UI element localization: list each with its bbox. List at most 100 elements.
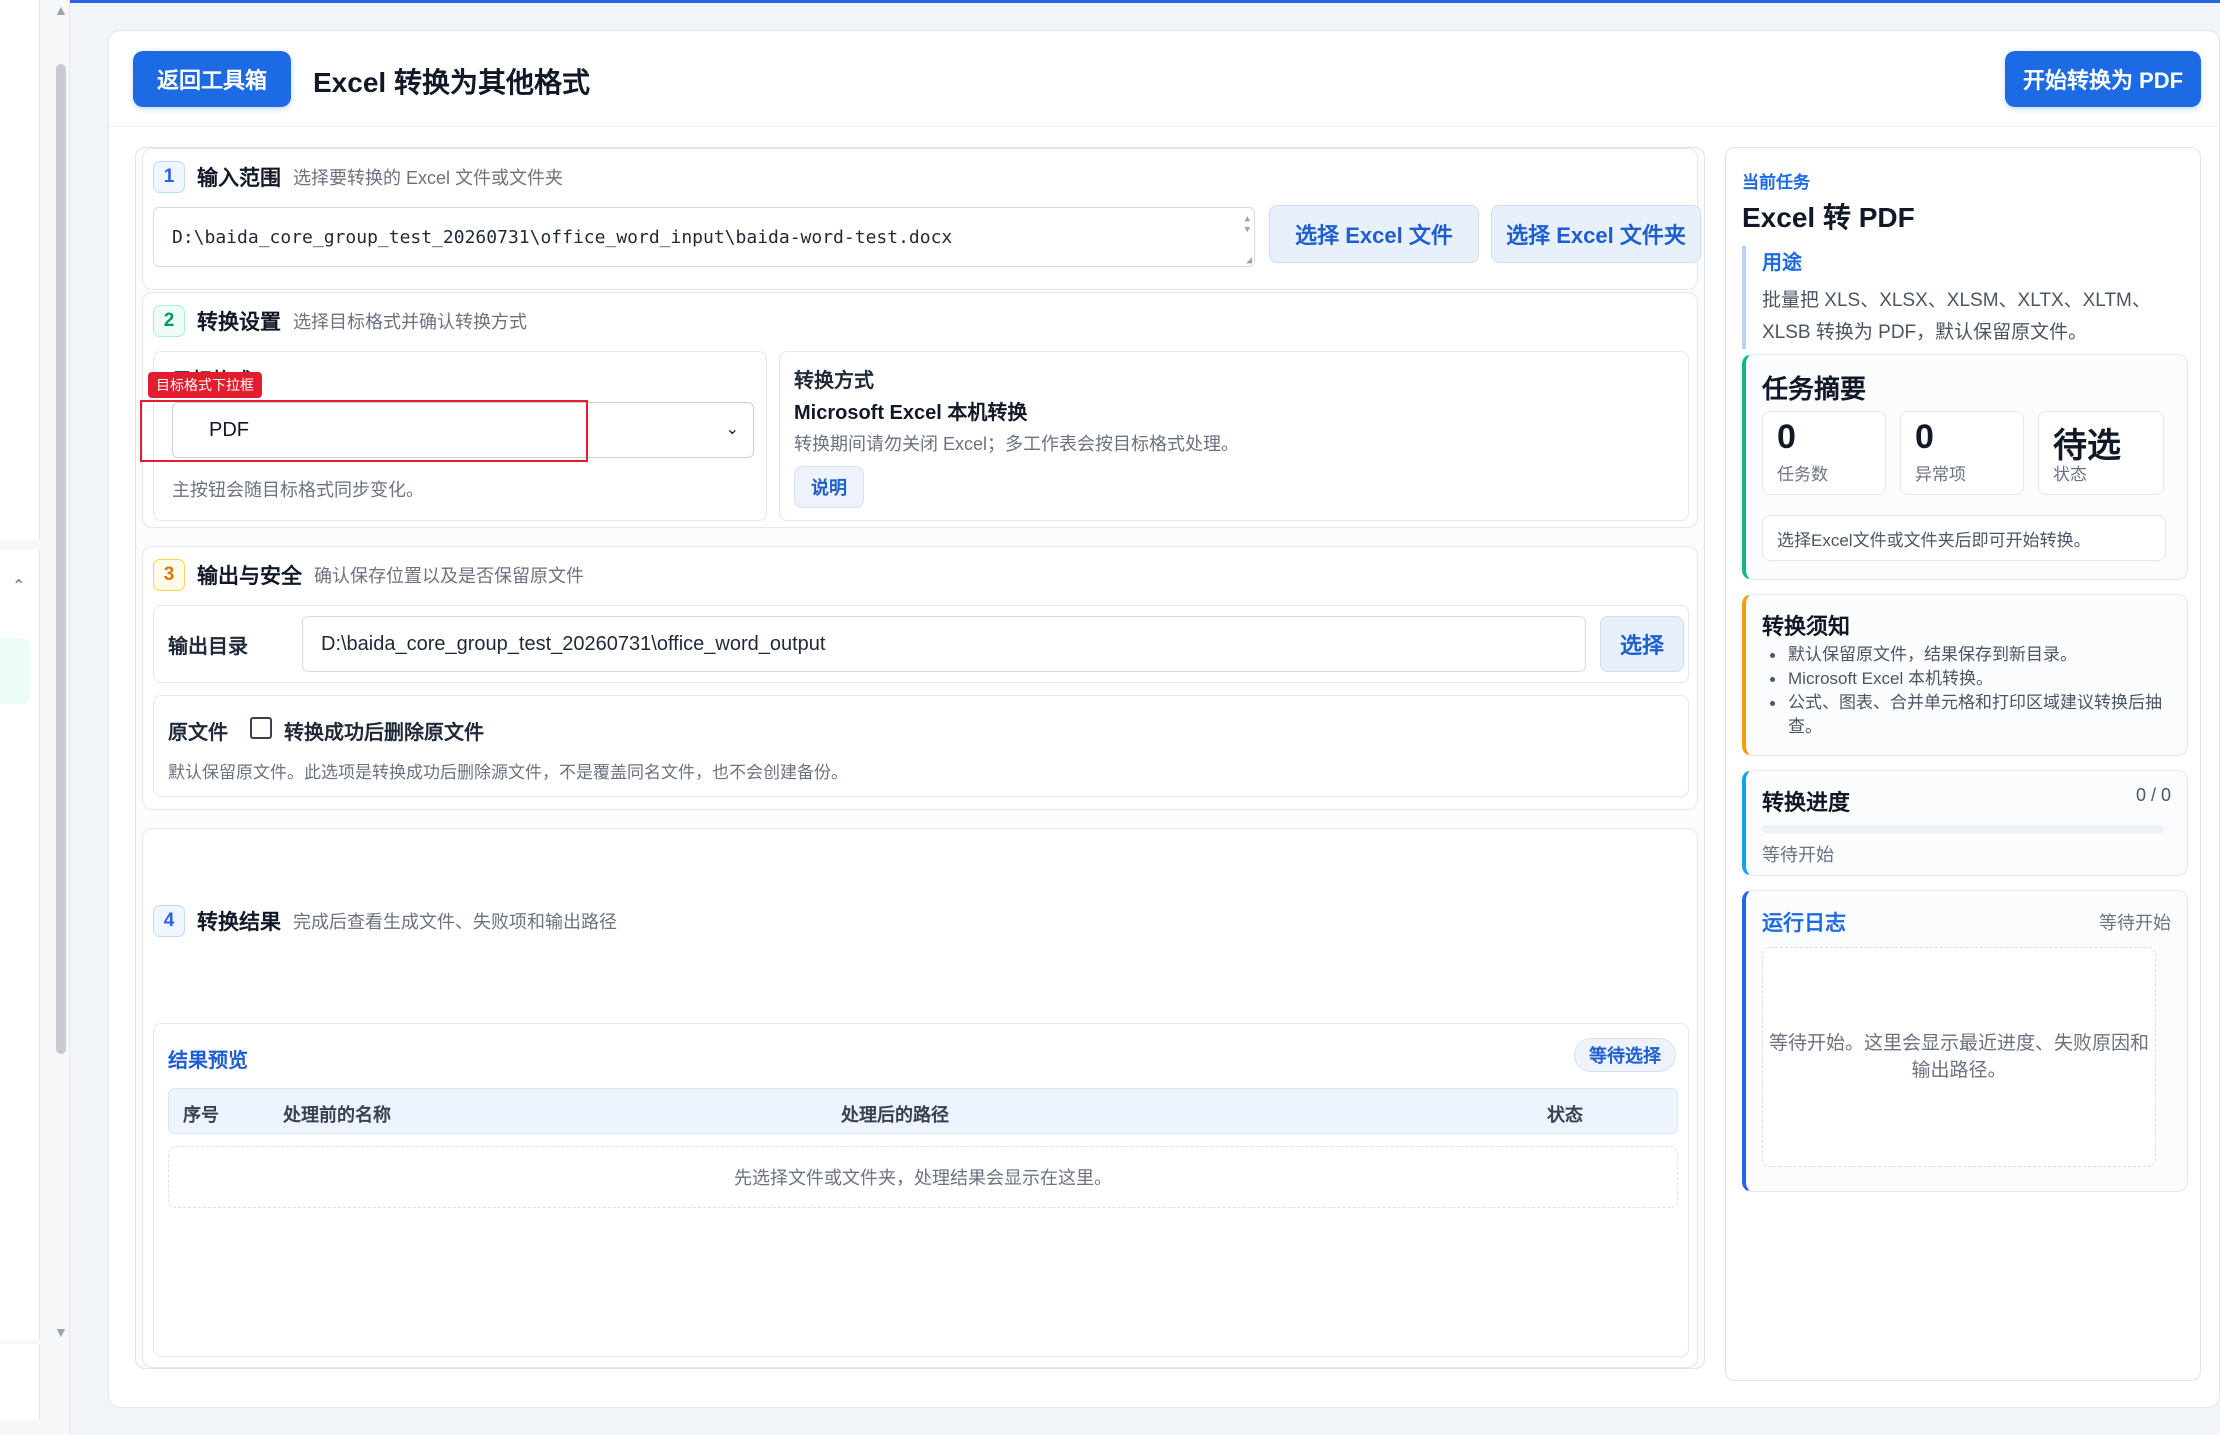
results-preview: 结果预览 等待选择 序号 处理前的名称 处理后的路径 状态 先选择文件或文件夹，… [153,1023,1689,1357]
step-number: 2 [153,305,185,337]
method-label: 转换方式 [794,370,874,392]
settings-section-header: 2 转换设置 选择目标格式并确认转换方式 [153,305,527,337]
background-chip [0,638,30,704]
list-item: 默认保留原文件，结果保存到新目录。 [1762,643,2172,667]
results-status-pill: 等待选择 [1574,1038,1676,1072]
delete-original-checkbox[interactable] [250,717,272,739]
scroll-down-arrow-icon[interactable]: ▼ [54,1324,68,1340]
section-description: 选择要转换的 Excel 文件或文件夹 [293,168,564,188]
task-summary-card: 任务摘要 0 任务数 0 异常项 待选 状态 选择Excel文件或文件夹后即可开… [1742,354,2188,580]
run-log-output: 等待开始。这里会显示最近进度、失败原因和输出路径。 [1762,947,2156,1167]
output-section-header: 3 输出与安全 确认保存位置以及是否保留原文件 [153,559,584,591]
conversion-notes-card: 转换须知 默认保留原文件，结果保存到新目录。 Microsoft Excel 本… [1742,594,2188,756]
method-note: 转换期间请勿关闭 Excel；多工作表会按目标格式处理。 [794,434,1240,454]
run-log-status: 等待开始 [2099,913,2171,933]
resize-handle-icon[interactable]: ◢ [1246,255,1252,266]
output-directory-row: 输出目录 D:\baida_core_group_test_20260731\o… [153,605,1689,683]
conversion-notes-title: 转换须知 [1762,614,1851,639]
main-column: 1 输入范围 选择要转换的 Excel 文件或文件夹 D:\baida_core… [135,147,1705,1369]
original-file-row: 原文件 转换成功后删除原文件 默认保留原文件。此选项是转换成功后删除源文件，不是… [153,695,1689,797]
top-accent-line [70,0,2220,3]
section-description: 确认保存位置以及是否保留原文件 [314,566,584,586]
input-path-value: D:\baida_core_group_test_20260731\office… [172,226,953,248]
background-pane [0,0,40,540]
original-file-label: 原文件 [168,722,228,744]
stat-label: 状态 [2053,465,2087,484]
progress-title: 转换进度 [1762,790,1851,815]
progress-bar [1762,825,2164,833]
stat-value: 0 [1915,418,1934,456]
chevron-up-icon: ⌃ [12,578,26,595]
start-convert-button[interactable]: 开始转换为 PDF [2005,51,2201,107]
back-to-toolbox-button[interactable]: 返回工具箱 [133,51,291,107]
step-number: 3 [153,559,185,591]
delete-original-note: 默认保留原文件。此选项是转换成功后删除源文件，不是覆盖同名文件，也不会创建备份。 [168,763,848,782]
section-title: 转换设置 [197,311,281,334]
choose-output-button[interactable]: 选择 [1600,616,1684,672]
stat-label: 异常项 [1915,465,1966,484]
conversion-notes-list: 默认保留原文件，结果保存到新目录。 Microsoft Excel 本机转换。 … [1762,643,2172,739]
run-log-card: 运行日志 等待开始 等待开始。这里会显示最近进度、失败原因和输出路径。 [1742,890,2188,1192]
column-header-index: 序号 [183,1105,219,1125]
progress-card: 转换进度 0 / 0 等待开始 [1742,770,2188,876]
target-format-hint: 主按钮会随目标格式同步变化。 [172,480,424,500]
output-directory-field[interactable]: D:\baida_core_group_test_20260731\office… [302,616,1586,672]
progress-value: 0 / 0 [2135,785,2171,805]
stat-task-count: 0 任务数 [1762,411,1886,495]
header: 返回工具箱 Excel 转换为其他格式 开始转换为 PDF [109,31,2219,127]
step-number: 1 [153,161,185,193]
target-format-card: 目标格式 PDF ⌄ 目标格式下拉框 主按钮会随目标格式同步变化。 [140,351,767,521]
list-item: Microsoft Excel 本机转换。 [1762,667,2172,691]
section-title: 输出与安全 [197,565,302,588]
results-preview-title: 结果预览 [168,1050,248,1072]
output-directory-label: 输出目录 [168,636,248,658]
current-task-label: 当前任务 [1742,173,1810,192]
section-description: 选择目标格式并确认转换方式 [293,312,527,332]
results-section-header: 4 转换结果 完成后查看生成文件、失败项和输出路径 [153,905,617,937]
stat-value: 0 [1777,418,1796,456]
settings-section: 2 转换设置 选择目标格式并确认转换方式 目标格式 PDF ⌄ 目标格式下拉框 … [140,292,1698,528]
current-task-title: Excel 转 PDF [1742,202,1915,233]
column-header-status: 状态 [1547,1105,1583,1125]
select-excel-folder-button[interactable]: 选择 Excel 文件夹 [1491,205,1701,263]
background-pane [0,1344,40,1420]
purpose-label: 用途 [1762,252,1802,274]
results-table-header: 序号 处理前的名称 处理后的路径 状态 [168,1088,1678,1134]
results-section: 4 转换结果 完成后查看生成文件、失败项和输出路径 结果预览 等待选择 序号 处… [142,828,1698,1368]
column-header-source-name: 处理前的名称 [283,1105,391,1125]
scroll-up-arrow-icon[interactable]: ▲ [54,2,68,18]
select-excel-file-button[interactable]: 选择 Excel 文件 [1269,205,1479,263]
purpose-block: 用途 批量把 XLS、XLSX、XLSM、XLTX、XLTM、XLSB 转换为 … [1742,246,2182,349]
annotation-tag: 目标格式下拉框 [148,372,262,398]
progress-status: 等待开始 [1762,845,1834,865]
scrollbar-thumb[interactable] [56,64,66,1054]
list-item: 公式、图表、合并单元格和打印区域建议转换后抽查。 [1762,691,2172,739]
output-section: 3 输出与安全 确认保存位置以及是否保留原文件 输出目录 D:\baida_co… [142,546,1698,810]
input-section: 1 输入范围 选择要转换的 Excel 文件或文件夹 D:\baida_core… [142,148,1701,290]
stat-label: 任务数 [1777,465,1828,484]
input-section-header: 1 输入范围 选择要转换的 Excel 文件或文件夹 [153,161,563,193]
run-log-title: 运行日志 [1762,912,1846,935]
summary-hint: 选择Excel文件或文件夹后即可开始转换。 [1762,515,2166,561]
explain-button[interactable]: 说明 [794,466,864,508]
section-title: 转换结果 [197,911,281,934]
delete-original-label[interactable]: 转换成功后删除原文件 [284,716,484,745]
output-directory-value: D:\baida_core_group_test_20260731\office… [321,632,826,655]
section-description: 完成后查看生成文件、失败项和输出路径 [293,912,617,932]
input-path-field[interactable]: D:\baida_core_group_test_20260731\office… [153,207,1255,267]
column-header-output-path: 处理后的路径 [841,1105,949,1125]
section-title: 输入范围 [197,167,281,190]
stat-error-count: 0 异常项 [1900,411,2024,495]
side-panel: 当前任务 Excel 转 PDF 用途 批量把 XLS、XLSX、XLSM、XL… [1725,147,2201,1381]
purpose-text: 批量把 XLS、XLSX、XLSM、XLTX、XLTM、XLSB 转换为 PDF… [1762,290,2151,343]
conversion-method-card: 转换方式 Microsoft Excel 本机转换 转换期间请勿关闭 Excel… [779,351,1689,521]
background-window: ⌃ ▲ ▼ [0,0,70,1435]
results-empty-state: 先选择文件或文件夹，处理结果会显示在这里。 [168,1146,1678,1208]
stat-status: 待选 状态 [2038,411,2164,495]
page-title: Excel 转换为其他格式 [313,67,590,98]
task-summary-title: 任务摘要 [1762,374,1867,404]
chevron-down-icon: ⌄ [725,421,739,438]
spinner-icon: ▲ ▼ [1244,214,1250,235]
method-name: Microsoft Excel 本机转换 [794,402,1028,424]
converter-card: 返回工具箱 Excel 转换为其他格式 开始转换为 PDF 1 输入范围 选择要… [108,30,2220,1408]
